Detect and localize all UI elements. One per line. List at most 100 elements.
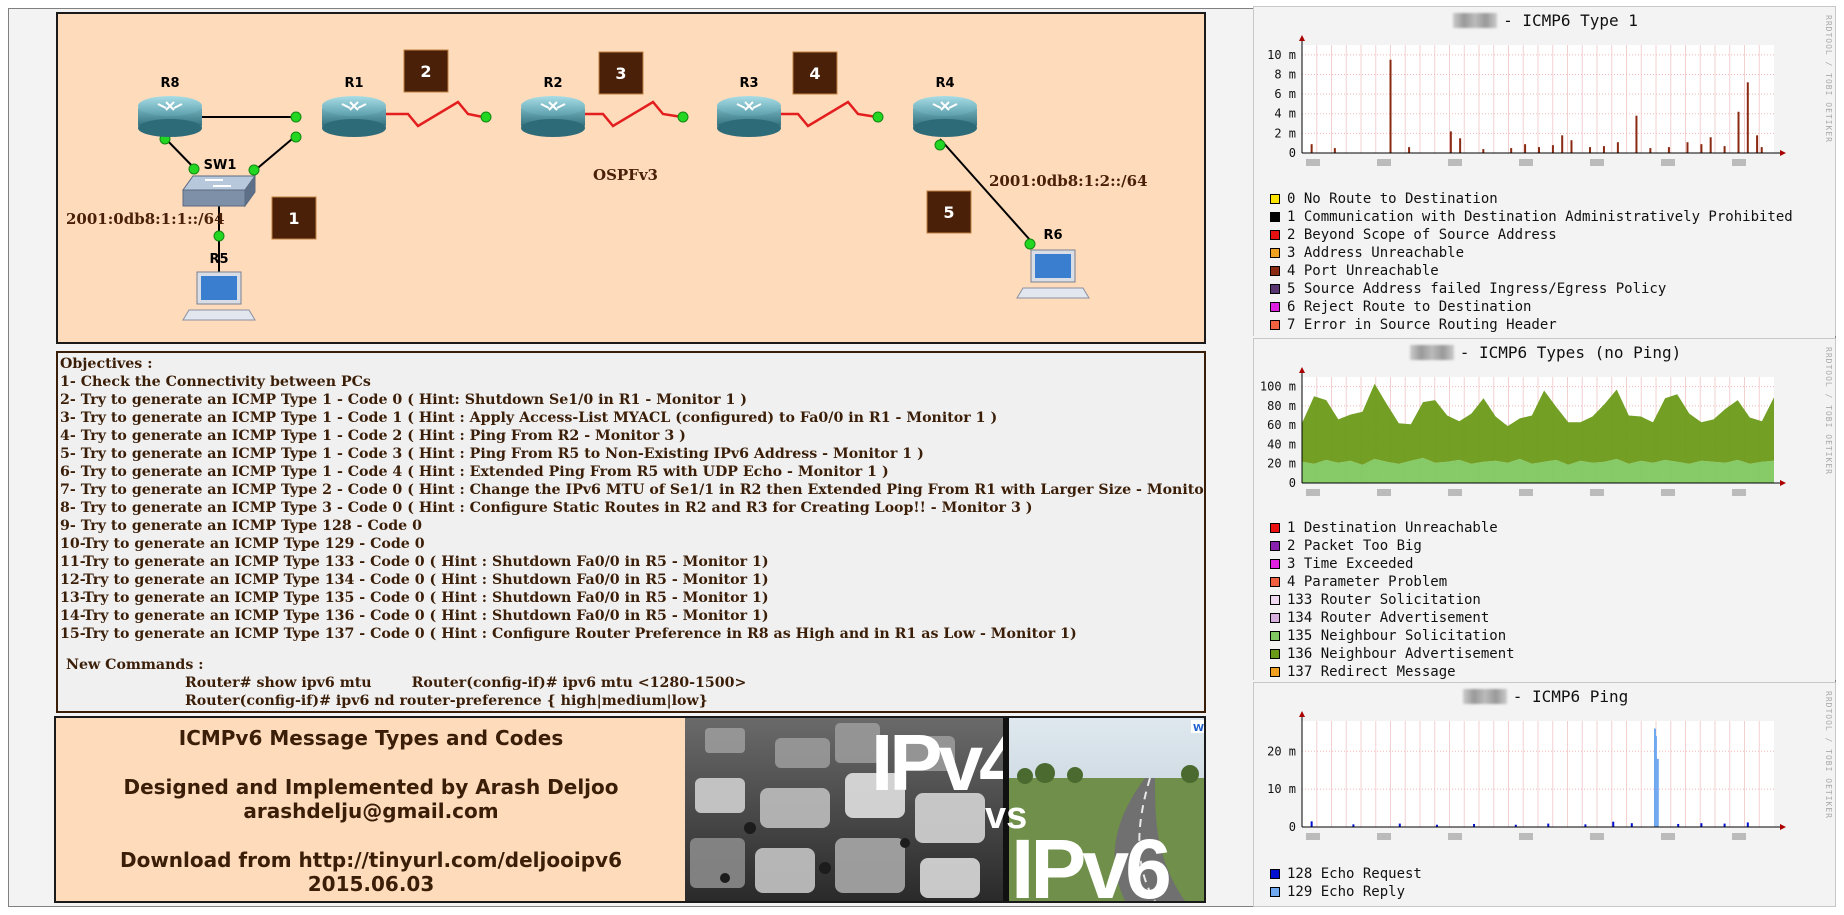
objectives-title: Objectives : <box>60 356 153 372</box>
legend-item: 3 Time Exceeded <box>1270 555 1515 573</box>
y-axis-arrow <box>1299 711 1305 717</box>
plot-area: 0 2 m 4 m 6 m 8 m 10 m <box>1267 35 1786 166</box>
pc-icon[interactable] <box>182 271 256 321</box>
data-bar <box>1760 147 1763 153</box>
legend-item: 2 Packet Too Big <box>1270 537 1515 555</box>
command-line: Router# show ipv6 mtu Router(config-if)# … <box>58 674 1204 692</box>
data-bar <box>1746 82 1749 153</box>
router-icon[interactable] <box>138 96 202 137</box>
svg-text:5: 5 <box>943 203 954 222</box>
data-bar <box>1612 821 1615 827</box>
legend-swatch <box>1270 194 1280 204</box>
router-icon[interactable] <box>521 96 585 137</box>
switch-icon[interactable] <box>182 174 256 208</box>
router-icon[interactable] <box>717 96 781 137</box>
legend-item: 128 Echo Request <box>1270 865 1422 883</box>
router-icon[interactable] <box>913 96 977 137</box>
graph-legend: 1 Destination Unreachable 2 Packet Too B… <box>1270 519 1515 680</box>
y-tick-label: 0 <box>1289 476 1296 490</box>
data-bar <box>1602 146 1605 153</box>
download-link[interactable]: Download from http://tinyurl.com/deljooi… <box>56 848 686 872</box>
y-axis-arrow <box>1299 35 1305 41</box>
x-axis-arrow <box>1780 824 1786 830</box>
data-bar <box>1667 147 1670 153</box>
credits-text: ICMPv6 Message Types and Codes Designed … <box>56 718 686 901</box>
data-bar <box>1656 758 1659 827</box>
svg-text:1: 1 <box>288 209 299 228</box>
data-bar <box>1723 823 1726 827</box>
data-bar <box>1547 823 1550 827</box>
legend-item: 1 Communication with Destination Adminis… <box>1270 208 1793 226</box>
legend-item: 134 Router Advertisement <box>1270 609 1515 627</box>
y-tick-label: 0 <box>1289 146 1296 160</box>
hostname-redacted <box>1462 689 1507 704</box>
x-tick-label-redacted <box>1306 159 1320 166</box>
graph-title: - ICMP6 Types (no Ping) <box>1254 343 1835 362</box>
legend-swatch <box>1270 266 1280 276</box>
x-tick-label-redacted <box>1377 833 1391 840</box>
x-tick-label-redacted <box>1448 833 1462 840</box>
x-tick-label-redacted <box>1519 489 1533 496</box>
data-bar <box>1589 147 1592 153</box>
x-tick-label-redacted <box>1306 833 1320 840</box>
legend-item: 5 Source Address failed Ingress/Egress P… <box>1270 280 1793 298</box>
graph-title: - ICMP6 Ping <box>1254 687 1835 706</box>
data-bar <box>1561 135 1564 153</box>
svg-text:3: 3 <box>615 64 626 83</box>
graph-icmp6-types-no-ping: - ICMP6 Types (no Ping) RRDTOOL / TOBI O… <box>1253 338 1836 680</box>
objective-item: 11-Try to generate an ICMP Type 133 - Co… <box>60 554 769 570</box>
x-tick-label-redacted <box>1590 159 1604 166</box>
corner-badge: W <box>1193 723 1204 734</box>
data-bar <box>1649 148 1652 153</box>
banner-title: ICMPv6 Message Types and Codes <box>178 726 564 750</box>
x-tick-label-redacted <box>1732 833 1746 840</box>
data-bar <box>1737 111 1740 153</box>
legend-swatch <box>1270 320 1280 330</box>
legend-item: 4 Parameter Problem <box>1270 573 1515 591</box>
y-tick-label: 80 m <box>1267 399 1296 413</box>
legend-item: 133 Router Solicitation <box>1270 591 1515 609</box>
graph-title: - ICMP6 Type 1 <box>1254 11 1835 30</box>
router-label: R3 <box>739 76 758 91</box>
y-tick-label: 40 m <box>1267 437 1296 451</box>
objective-item: 6- Try to generate an ICMP Type 1 - Code… <box>60 464 889 480</box>
ipv4-vs-ipv6-image: IPv4 vs IPv6 W <box>685 718 1204 901</box>
data-bar <box>1524 144 1527 153</box>
graph-legend: 0 No Route to Destination 1 Communicatio… <box>1270 190 1793 334</box>
pc-icon[interactable] <box>1016 249 1090 299</box>
x-tick-label-redacted <box>1519 159 1533 166</box>
data-bar <box>1449 131 1452 153</box>
data-bar <box>1459 138 1462 153</box>
data-bar <box>1709 137 1712 153</box>
x-tick-label-redacted <box>1661 833 1675 840</box>
right-prefix-label: 2001:0db8:1:2::/64 <box>989 172 1148 190</box>
email-link[interactable]: arashdelju@gmail.com <box>56 799 686 823</box>
router-label: R1 <box>344 76 363 91</box>
objective-item: 7- Try to generate an ICMP Type 2 - Code… <box>60 482 1206 498</box>
command-text: Router# show ipv6 mtu <box>185 675 372 691</box>
objective-item: 2- Try to generate an ICMP Type 1 - Code… <box>60 392 748 408</box>
objective-item: 15-Try to generate an ICMP Type 137 - Co… <box>60 626 1077 642</box>
data-bar <box>1635 115 1638 153</box>
router-icon[interactable] <box>322 96 386 137</box>
data-bar <box>1510 148 1513 153</box>
x-axis-arrow <box>1780 480 1786 486</box>
command-text: Router(config-if)# ipv6 mtu <1280-1500> <box>411 675 747 691</box>
data-bar <box>1616 142 1619 153</box>
x-tick-label-redacted <box>1448 159 1462 166</box>
plot-area: 0 10 m 20 m <box>1267 711 1786 840</box>
legend-item: 136 Neighbour Advertisement <box>1270 645 1515 663</box>
monitor-box: 5 <box>926 190 972 234</box>
ipv6-caption: IPv6 <box>1011 822 1169 901</box>
data-bar <box>1756 135 1759 153</box>
objective-item: 5- Try to generate an ICMP Type 1 - Code… <box>60 446 924 462</box>
x-tick-label-redacted <box>1377 159 1391 166</box>
plot-area: 0 20 m 40 m 60 m 80 m 100 m <box>1260 367 1786 496</box>
x-tick-label-redacted <box>1377 489 1391 496</box>
svg-text:4: 4 <box>809 64 820 83</box>
pc-label: R5 <box>209 252 228 267</box>
legend-item: 3 Address Unreachable <box>1270 244 1793 262</box>
y-tick-label: 20 m <box>1267 457 1296 471</box>
y-tick-label: 60 m <box>1267 418 1296 432</box>
commands-title: New Commands : <box>66 657 204 673</box>
